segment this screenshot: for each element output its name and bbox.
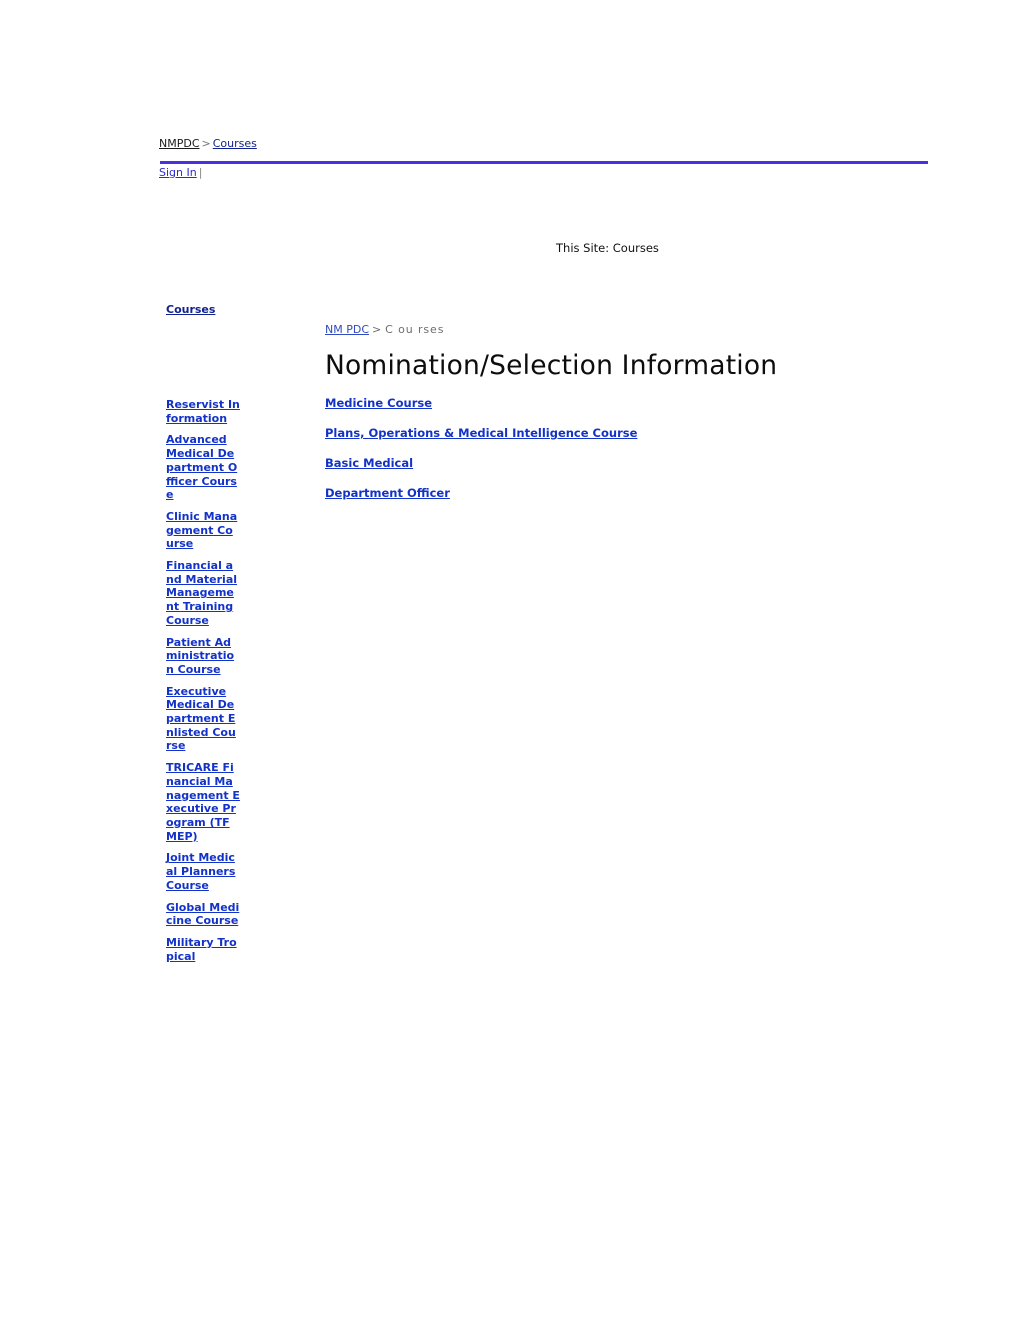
search-scope-label: This Site: Courses bbox=[556, 241, 659, 255]
content-breadcrumb-current: C ou rses bbox=[385, 323, 445, 336]
global-breadcrumb: NMPDC > Courses bbox=[159, 137, 257, 151]
sidebar: Courses Reservist Information Advanced M… bbox=[166, 303, 242, 963]
sidebar-item-executive-medical-department-enlisted-course[interactable]: Executive Medical Department Enlisted Co… bbox=[166, 685, 240, 754]
list-item: Clinic Management Course bbox=[166, 510, 240, 551]
sidebar-item-tricare-financial-management-executive-program[interactable]: TRICARE Financial Management Executive P… bbox=[166, 761, 240, 843]
sidebar-item-advanced-medical-department-officer-course[interactable]: Advanced Medical Department Officer Cour… bbox=[166, 433, 240, 502]
breadcrumb-separator: > bbox=[201, 137, 211, 150]
sidebar-item-financial-and-material-management-training-course[interactable]: Financial and Material Management Traini… bbox=[166, 559, 240, 628]
sign-in-link[interactable]: Sign In bbox=[159, 166, 197, 179]
sidebar-item-global-medicine-course[interactable]: Global Medicine Course bbox=[166, 901, 240, 928]
list-item: Military Tropical bbox=[166, 936, 240, 963]
list-item: Basic Medical bbox=[325, 452, 925, 471]
course-link-medicine-course[interactable]: Medicine Course bbox=[325, 396, 432, 410]
course-link-basic-medical[interactable]: Basic Medical bbox=[325, 456, 413, 470]
list-item: Joint Medical Planners Course bbox=[166, 851, 240, 892]
sidebar-item-military-tropical[interactable]: Military Tropical bbox=[166, 936, 240, 963]
course-link-plans-operations-medical-intelligence-course[interactable]: Plans, Operations & Medical Intelligence… bbox=[325, 426, 637, 440]
sidebar-item-patient-administration-course[interactable]: Patient Administration Course bbox=[166, 636, 240, 677]
breadcrumb-link-nmpdc[interactable]: NMPDC bbox=[159, 137, 200, 150]
list-item: Department Officer bbox=[325, 482, 925, 501]
sidebar-nav-list: Reservist Information Advanced Medical D… bbox=[166, 398, 240, 971]
list-item: TRICARE Financial Management Executive P… bbox=[166, 761, 240, 843]
sidebar-item-reservist-information[interactable]: Reservist Information bbox=[166, 398, 240, 425]
sidebar-item-clinic-management-course[interactable]: Clinic Management Course bbox=[166, 510, 240, 551]
sidebar-item-joint-medical-planners-course[interactable]: Joint Medical Planners Course bbox=[166, 851, 240, 892]
list-item: Patient Administration Course bbox=[166, 636, 240, 677]
list-item: Reservist Information bbox=[166, 398, 240, 425]
sidebar-title: Courses bbox=[166, 303, 242, 317]
main-content: NM PDC > C ou rses Nomination/Selection In… bbox=[325, 322, 925, 512]
sidebar-title-link[interactable]: Courses bbox=[166, 303, 215, 316]
list-item: Global Medicine Course bbox=[166, 901, 240, 928]
content-breadcrumb-separator: > bbox=[372, 323, 383, 336]
header-divider bbox=[160, 161, 928, 164]
page-title: Nomination/Selection Information bbox=[325, 350, 778, 381]
list-item: Plans, Operations & Medical Intelligence… bbox=[325, 422, 925, 441]
signin-divider: | bbox=[198, 166, 203, 179]
content-breadcrumb-link-nmpdc[interactable]: NM PDC bbox=[325, 323, 369, 336]
course-link-list: Medicine Course Plans, Operations & Medi… bbox=[325, 392, 925, 501]
list-item: Financial and Material Management Traini… bbox=[166, 559, 240, 628]
list-item: Executive Medical Department Enlisted Co… bbox=[166, 685, 240, 754]
signin-bar: Sign In | bbox=[159, 166, 202, 180]
content-breadcrumb: NM PDC > C ou rses bbox=[325, 322, 925, 337]
list-item: Advanced Medical Department Officer Cour… bbox=[166, 433, 240, 502]
course-link-department-officer[interactable]: Department Officer bbox=[325, 486, 450, 500]
list-item: Medicine Course bbox=[325, 392, 925, 411]
breadcrumb-link-courses[interactable]: Courses bbox=[213, 137, 257, 150]
